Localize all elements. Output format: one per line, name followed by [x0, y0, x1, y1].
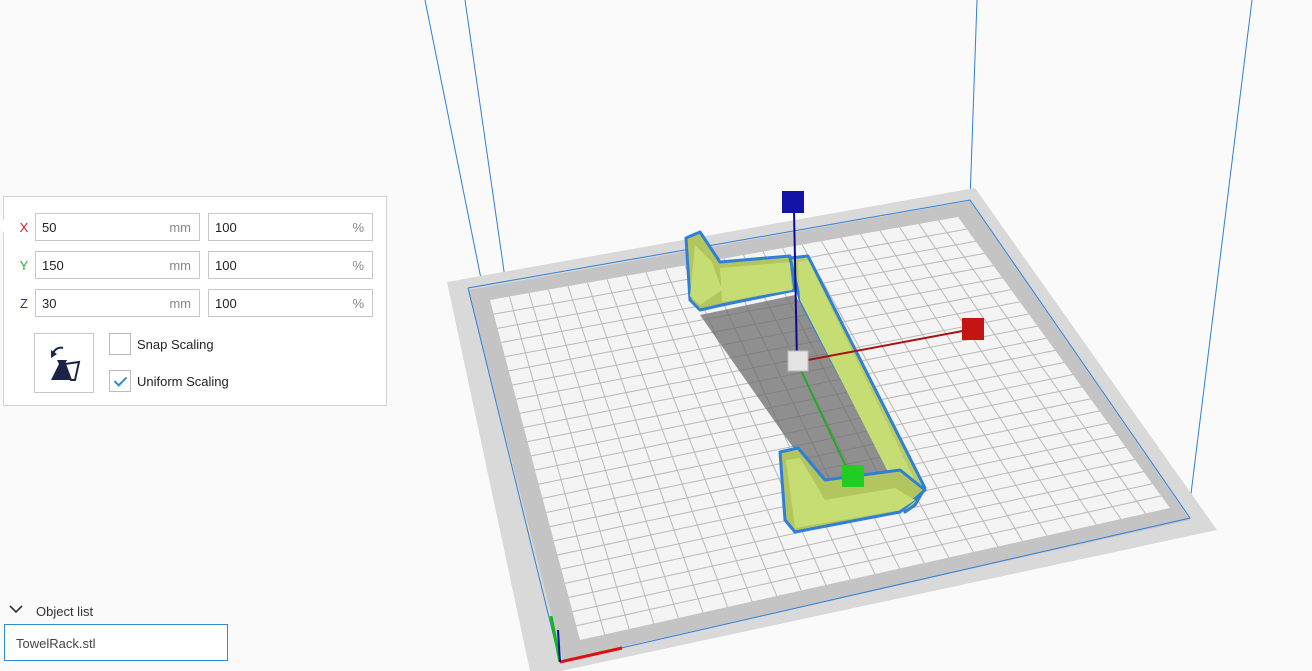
axis-label-z: Z	[20, 296, 28, 311]
size-x-value: 50	[42, 220, 57, 235]
percent-x-unit: %	[352, 220, 364, 235]
percent-x-value: 100	[215, 220, 237, 235]
object-name: TowelRack.stl	[16, 636, 96, 651]
snap-scaling-label: Snap Scaling	[137, 337, 214, 352]
size-y-input[interactable]: 150 mm	[35, 251, 200, 279]
uniform-scaling-label: Uniform Scaling	[137, 374, 229, 389]
scale-row-x: X 50 mm 100 %	[4, 213, 386, 243]
percent-y-unit: %	[352, 258, 364, 273]
object-list-title: Object list	[36, 604, 94, 619]
object-list-item[interactable]: TowelRack.stl	[4, 624, 228, 661]
size-y-value: 150	[42, 258, 64, 273]
size-z-value: 30	[42, 296, 57, 311]
scale-row-y: Y 150 mm 100 %	[4, 251, 386, 281]
uniform-scaling-checkbox[interactable]	[109, 370, 131, 392]
percent-z-input[interactable]: 100 %	[208, 289, 373, 317]
percent-x-input[interactable]: 100 %	[208, 213, 373, 241]
axis-label-x: X	[19, 220, 29, 235]
size-x-unit: mm	[169, 220, 191, 235]
reset-scale-button[interactable]	[34, 333, 94, 393]
percent-y-input[interactable]: 100 %	[208, 251, 373, 279]
gizmo-z-handle[interactable]	[782, 191, 804, 213]
scale-tool-panel: X 50 mm 100 % Y 150 mm 100 % Z 30 mm 100…	[0, 196, 387, 406]
percent-z-value: 100	[215, 296, 237, 311]
size-y-unit: mm	[169, 258, 191, 273]
percent-z-unit: %	[352, 296, 364, 311]
chevron-down-icon	[9, 605, 23, 614]
gizmo-y-handle[interactable]	[842, 465, 864, 487]
object-list-toggle[interactable]: Object list	[6, 601, 126, 621]
snap-scaling-checkbox[interactable]	[109, 333, 131, 355]
percent-y-value: 100	[215, 258, 237, 273]
size-x-input[interactable]: 50 mm	[35, 213, 200, 241]
reset-scale-icon	[51, 346, 81, 381]
scale-row-z: Z 30 mm 100 %	[4, 289, 386, 319]
axis-label-y: Y	[19, 258, 29, 273]
size-z-unit: mm	[169, 296, 191, 311]
size-z-input[interactable]: 30 mm	[35, 289, 200, 317]
gizmo-x-handle[interactable]	[962, 318, 984, 340]
gizmo-uniform-handle[interactable]	[787, 350, 809, 372]
